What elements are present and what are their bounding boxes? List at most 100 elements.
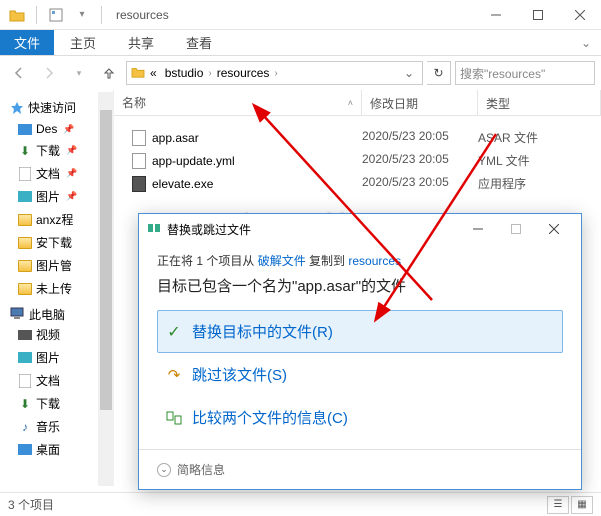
refresh-button[interactable]: ↻ <box>427 61 451 85</box>
dialog-footer[interactable]: ⌄ 简略信息 <box>139 449 581 489</box>
tab-file[interactable]: 文件 <box>0 30 54 55</box>
chevron-right-icon: › <box>274 68 277 79</box>
breadcrumb-seg-resources[interactable]: resources <box>214 66 273 80</box>
sidebar-item-music[interactable]: ♪音乐 <box>0 415 113 438</box>
sidebar-item-desktop[interactable]: Des📌 <box>0 119 113 139</box>
desktop-icon <box>18 124 32 135</box>
view-details-button[interactable]: ☰ <box>547 496 569 514</box>
dialog-conflict-message: 目标已包含一个名为"app.asar"的文件 <box>157 275 563 296</box>
nav-recent-dropdown[interactable]: ▾ <box>66 60 92 86</box>
window-title: resources <box>112 8 169 22</box>
titlebar: ▾ resources <box>0 0 601 30</box>
nav-up-button[interactable] <box>96 60 122 86</box>
search-input[interactable]: 搜索"resources" <box>455 61 595 85</box>
exe-icon <box>132 176 146 192</box>
sidebar-item-label: 此电脑 <box>29 306 65 323</box>
file-icon <box>132 130 146 146</box>
documents-icon <box>18 374 32 388</box>
chevron-right-icon: › <box>208 68 211 79</box>
tab-share[interactable]: 共享 <box>112 30 170 55</box>
dialog-maximize-button <box>497 215 535 243</box>
desktop-icon <box>18 444 32 455</box>
search-placeholder: 搜索"resources" <box>460 65 545 82</box>
nav-forward-button <box>36 60 62 86</box>
status-bar: 3 个项目 ☰ ▦ <box>0 492 601 516</box>
sort-indicator-icon: ˄ <box>348 98 353 108</box>
column-type[interactable]: 类型 <box>478 90 601 115</box>
view-icons-button[interactable]: ▦ <box>571 496 593 514</box>
sidebar-scrollbar[interactable] <box>98 92 114 486</box>
sidebar-this-pc[interactable]: 此电脑 <box>0 306 113 323</box>
folder-icon <box>18 214 32 226</box>
address-bar: ▾ « bstudio › resources › ⌄ ↻ 搜索"resourc… <box>0 56 601 90</box>
pc-icon <box>10 306 24 323</box>
sidebar-item-desktop[interactable]: 桌面 <box>0 438 113 461</box>
file-row[interactable]: elevate.exe 2020/5/23 20:05 应用程序 <box>114 172 601 195</box>
sidebar-item-folder[interactable]: 图片管 <box>0 254 113 277</box>
pictures-icon <box>18 352 32 363</box>
expand-ribbon-icon[interactable]: ⌄ <box>571 30 601 55</box>
file-row[interactable]: app.asar 2020/5/23 20:05 ASAR 文件 <box>114 126 601 149</box>
sidebar-item-downloads[interactable]: ⬇下载 <box>0 392 113 415</box>
dialog-title: 替换或跳过文件 <box>167 221 251 238</box>
sidebar-item-documents[interactable]: 文档 <box>0 369 113 392</box>
sidebar-item-folder[interactable]: 安下载 <box>0 231 113 254</box>
dialog-close-button[interactable] <box>535 215 573 243</box>
ribbon-tabs: 文件 主页 共享 查看 ⌄ <box>0 30 601 56</box>
replace-file-dialog: 替换或跳过文件 正在将 1 个项目从 破解文件 复制到 resources 目标… <box>138 213 582 490</box>
download-icon: ⬇ <box>18 144 32 158</box>
minimize-button[interactable] <box>475 0 517 30</box>
sidebar-item-folder[interactable]: 未上传 <box>0 277 113 300</box>
dialog-copy-info: 正在将 1 个项目从 破解文件 复制到 resources <box>157 252 563 269</box>
download-icon: ⬇ <box>18 397 32 411</box>
pictures-icon <box>18 191 32 202</box>
sidebar-item-label: 快速访问 <box>28 99 76 116</box>
folder-icon <box>18 283 32 295</box>
skip-icon: ↷ <box>166 367 182 383</box>
folder-icon <box>131 66 145 81</box>
breadcrumb-seg-bstudio[interactable]: bstudio <box>162 66 207 80</box>
expand-details-icon: ⌄ <box>157 463 171 477</box>
qat-properties-icon[interactable] <box>45 4 67 26</box>
sidebar-item-pictures[interactable]: 图片 <box>0 346 113 369</box>
sidebar-item-downloads[interactable]: ⬇下载📌 <box>0 139 113 162</box>
dialog-source-link[interactable]: 破解文件 <box>258 254 306 268</box>
sidebar-item-pictures[interactable]: 图片📌 <box>0 185 113 208</box>
file-row[interactable]: app-update.yml 2020/5/23 20:05 YML 文件 <box>114 149 601 172</box>
column-name[interactable]: 名称˄ <box>114 90 362 115</box>
documents-icon <box>18 167 32 181</box>
qat-dropdown-icon[interactable]: ▾ <box>71 4 93 26</box>
sidebar-item-folder[interactable]: anxz程 <box>0 208 113 231</box>
nav-back-button[interactable] <box>6 60 32 86</box>
tab-view[interactable]: 查看 <box>170 30 228 55</box>
column-date[interactable]: 修改日期 <box>362 90 478 115</box>
dialog-option-replace[interactable]: ✓ 替换目标中的文件(R) <box>157 310 563 353</box>
sidebar-item-documents[interactable]: 文档📌 <box>0 162 113 185</box>
item-count: 3 个项目 <box>8 496 54 513</box>
dialog-icon <box>147 221 161 238</box>
dialog-option-skip[interactable]: ↷ 跳过该文件(S) <box>157 353 563 396</box>
tab-home[interactable]: 主页 <box>54 30 112 55</box>
videos-icon <box>18 330 32 340</box>
column-headers: 名称˄ 修改日期 类型 <box>114 90 601 116</box>
dialog-footer-label: 简略信息 <box>177 461 225 478</box>
dialog-dest-link[interactable]: resources <box>348 254 401 268</box>
breadcrumb-overflow[interactable]: « <box>147 66 160 80</box>
star-icon <box>10 101 24 115</box>
folder-icon <box>18 260 32 272</box>
close-button[interactable] <box>559 0 601 30</box>
music-icon: ♪ <box>18 420 32 434</box>
dialog-minimize-button[interactable] <box>459 215 497 243</box>
maximize-button[interactable] <box>517 0 559 30</box>
folder-icon <box>6 4 28 26</box>
sidebar: 快速访问 Des📌 ⬇下载📌 文档📌 图片📌 anxz程 安下载 图片管 未上传… <box>0 90 114 486</box>
dialog-option-compare[interactable]: 比较两个文件的信息(C) <box>157 396 563 439</box>
breadcrumb[interactable]: « bstudio › resources › ⌄ <box>126 61 423 85</box>
sidebar-item-videos[interactable]: 视频 <box>0 323 113 346</box>
folder-icon <box>18 237 32 249</box>
file-icon <box>132 153 146 169</box>
sidebar-quick-access[interactable]: 快速访问 <box>0 96 113 119</box>
breadcrumb-dropdown[interactable]: ⌄ <box>400 66 418 80</box>
compare-icon <box>166 410 182 426</box>
check-icon: ✓ <box>166 324 182 340</box>
